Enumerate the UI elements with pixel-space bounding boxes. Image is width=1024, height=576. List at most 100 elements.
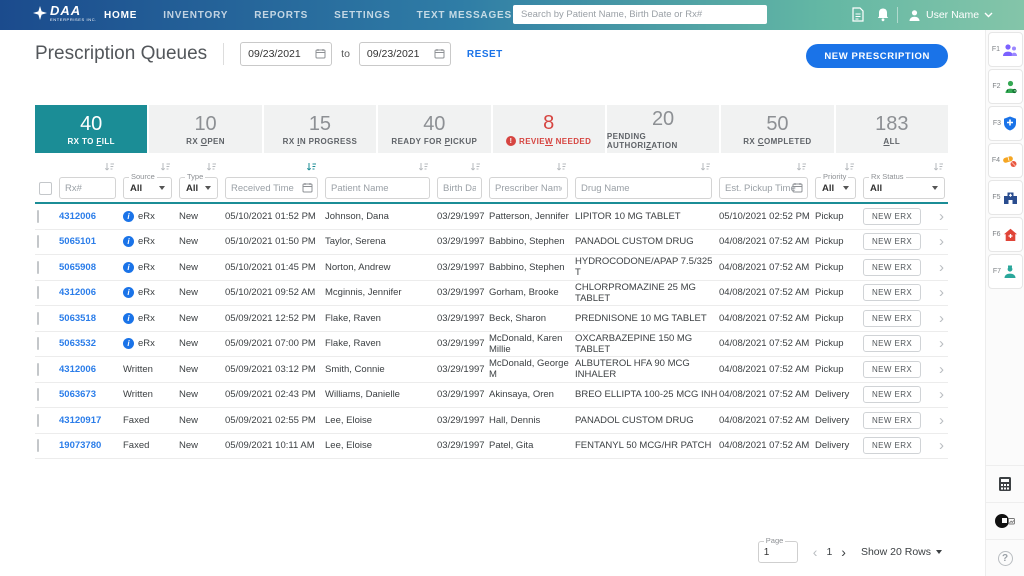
user-menu[interactable]: User Name bbox=[908, 0, 993, 30]
info-icon[interactable]: i bbox=[123, 262, 134, 273]
shortcut-f7-pharmacist[interactable]: F7 bbox=[988, 254, 1023, 289]
table-row[interactable]: 43120917 Faxed New 05/09/2021 02:55 PM L… bbox=[35, 408, 948, 434]
table-row[interactable]: 4312006 ieRx New 05/10/2021 09:52 AM Mcg… bbox=[35, 281, 948, 307]
row-checkbox[interactable] bbox=[37, 363, 39, 376]
row-chevron-icon[interactable]: › bbox=[927, 362, 948, 377]
row-chevron-icon[interactable]: › bbox=[927, 311, 948, 326]
queue-tab-rx-to-fill[interactable]: 40 RX TO FILL bbox=[35, 105, 147, 153]
row-chevron-icon[interactable]: › bbox=[927, 438, 948, 453]
filter-patient-name-input[interactable] bbox=[325, 177, 430, 199]
shortcut-f1-patients[interactable]: F1 bbox=[988, 32, 1023, 67]
sort-icon[interactable] bbox=[104, 162, 115, 172]
queue-tab-review-needed[interactable]: 8 ! REVIEW NEEDED bbox=[493, 105, 605, 153]
date-from-input[interactable] bbox=[240, 42, 332, 66]
sort-icon[interactable] bbox=[556, 162, 567, 172]
table-row[interactable]: 5063518 ieRx New 05/09/2021 12:52 PM Fla… bbox=[35, 306, 948, 332]
row-chevron-icon[interactable]: › bbox=[927, 260, 948, 275]
row-chevron-icon[interactable]: › bbox=[927, 413, 948, 428]
rx-number-link[interactable]: 5063673 bbox=[59, 389, 96, 400]
shortcut-f4-drugs[interactable]: F4 bbox=[988, 143, 1023, 178]
shortcut-f6-facility[interactable]: F6 bbox=[988, 217, 1023, 252]
info-icon[interactable]: i bbox=[123, 287, 134, 298]
filter-received-time-input[interactable] bbox=[225, 177, 318, 199]
row-checkbox[interactable] bbox=[37, 337, 39, 350]
nav-item-inventory[interactable]: INVENTORY bbox=[163, 10, 228, 21]
page-number-input[interactable] bbox=[759, 542, 797, 562]
row-chevron-icon[interactable]: › bbox=[927, 209, 948, 224]
info-icon[interactable]: i bbox=[123, 338, 134, 349]
date-to-input[interactable] bbox=[359, 42, 451, 66]
queue-tab-rx-in-progress[interactable]: 15 RX IN PROGRESS bbox=[264, 105, 376, 153]
row-checkbox[interactable] bbox=[37, 286, 39, 299]
previous-page-icon[interactable]: ‹ bbox=[813, 544, 818, 560]
sort-icon[interactable] bbox=[844, 162, 855, 172]
row-checkbox[interactable] bbox=[37, 439, 39, 452]
sort-icon[interactable] bbox=[796, 162, 807, 172]
shortcut-f3-insurance[interactable]: F3 bbox=[988, 106, 1023, 141]
sort-icon[interactable] bbox=[206, 162, 217, 172]
info-icon[interactable]: i bbox=[123, 211, 134, 222]
row-checkbox[interactable] bbox=[37, 261, 39, 274]
sort-icon[interactable] bbox=[933, 162, 944, 172]
info-icon[interactable]: i bbox=[123, 236, 134, 247]
info-icon[interactable]: i bbox=[123, 313, 134, 324]
nav-item-text-messages[interactable]: TEXT MESSAGES bbox=[417, 10, 512, 21]
reset-button[interactable]: RESET bbox=[467, 49, 503, 60]
queue-tab-rx-open[interactable]: 10 RX OPEN bbox=[149, 105, 261, 153]
table-row[interactable]: 19073780 Faxed New 05/09/2021 10:11 AM L… bbox=[35, 434, 948, 460]
search-input[interactable] bbox=[513, 5, 767, 24]
rx-number-link[interactable]: 5065101 bbox=[59, 236, 96, 247]
rx-number-link[interactable]: 19073780 bbox=[59, 440, 101, 451]
shortcut-f2-prescriber[interactable]: F2 bbox=[988, 69, 1023, 104]
sort-icon[interactable] bbox=[470, 162, 481, 172]
filter-source-select[interactable]: Source All bbox=[123, 177, 172, 199]
rows-per-page-select[interactable]: Show 20 Rows bbox=[861, 546, 942, 558]
table-row[interactable]: 5063532 ieRx New 05/09/2021 07:00 PM Fla… bbox=[35, 332, 948, 358]
nav-item-settings[interactable]: SETTINGS bbox=[334, 10, 390, 21]
row-checkbox[interactable] bbox=[37, 388, 39, 401]
table-row[interactable]: 5065908 ieRx New 05/10/2021 01:45 PM Nor… bbox=[35, 255, 948, 281]
table-row[interactable]: 4312006 Written New 05/09/2021 03:12 PM … bbox=[35, 357, 948, 383]
table-row[interactable]: 4312006 ieRx New 05/10/2021 01:52 PM Joh… bbox=[35, 204, 948, 230]
next-page-icon[interactable]: › bbox=[841, 544, 846, 560]
rx-number-link[interactable]: 4312006 bbox=[59, 211, 96, 222]
row-checkbox[interactable] bbox=[37, 210, 39, 223]
filter-rx-input[interactable] bbox=[59, 177, 116, 199]
queue-tab-rx-completed[interactable]: 50 RX COMPLETED bbox=[721, 105, 833, 153]
select-all-checkbox[interactable] bbox=[39, 182, 52, 195]
rx-number-link[interactable]: 43120917 bbox=[59, 415, 101, 426]
row-checkbox[interactable] bbox=[37, 235, 39, 248]
row-chevron-icon[interactable]: › bbox=[927, 285, 948, 300]
brand-logo[interactable]: DAA ENTERPRISES INC. bbox=[33, 4, 97, 22]
filter-type-select[interactable]: Type All bbox=[179, 177, 218, 199]
filter-rx-status-select[interactable]: Rx Status All bbox=[863, 177, 945, 199]
filter-prescriber-name-input[interactable] bbox=[489, 177, 568, 199]
table-row[interactable]: 5063673 Written New 05/09/2021 02:43 PM … bbox=[35, 383, 948, 409]
row-chevron-icon[interactable]: › bbox=[927, 387, 948, 402]
row-chevron-icon[interactable]: › bbox=[927, 234, 948, 249]
rx-number-link[interactable]: 4312006 bbox=[59, 287, 96, 298]
queue-tab-pending-authorization[interactable]: 20 PENDING AUTHORIZATION bbox=[607, 105, 719, 153]
new-prescription-button[interactable]: NEW PRESCRIPTION bbox=[806, 44, 948, 68]
sort-icon[interactable] bbox=[418, 162, 429, 172]
sort-icon[interactable] bbox=[160, 162, 171, 172]
queue-tab-ready-for-pickup[interactable]: 40 READY FOR PICKUP bbox=[378, 105, 490, 153]
nav-item-home[interactable]: HOME bbox=[104, 10, 137, 21]
calculator-button[interactable] bbox=[986, 465, 1024, 502]
row-chevron-icon[interactable]: › bbox=[927, 336, 948, 351]
table-row[interactable]: 5065101 ieRx New 05/10/2021 01:50 PM Tay… bbox=[35, 230, 948, 256]
sort-icon[interactable] bbox=[700, 162, 711, 172]
row-checkbox[interactable] bbox=[37, 414, 39, 427]
rx-number-link[interactable]: 5065908 bbox=[59, 262, 96, 273]
rx-document-icon[interactable] bbox=[851, 7, 865, 27]
shortcut-f5-pharmacy[interactable]: F5 bbox=[988, 180, 1023, 215]
nav-item-reports[interactable]: REPORTS bbox=[254, 10, 308, 21]
rx-number-link[interactable]: 5063518 bbox=[59, 313, 96, 324]
filter-drug-name-input[interactable] bbox=[575, 177, 712, 199]
widget-logo-button[interactable] bbox=[986, 502, 1024, 539]
rx-number-link[interactable]: 5063532 bbox=[59, 338, 96, 349]
notifications-bell-icon[interactable] bbox=[876, 7, 890, 27]
filter-pickup-time-input[interactable] bbox=[719, 177, 808, 199]
rx-number-link[interactable]: 4312006 bbox=[59, 364, 96, 375]
filter-priority-select[interactable]: Priority All bbox=[815, 177, 856, 199]
